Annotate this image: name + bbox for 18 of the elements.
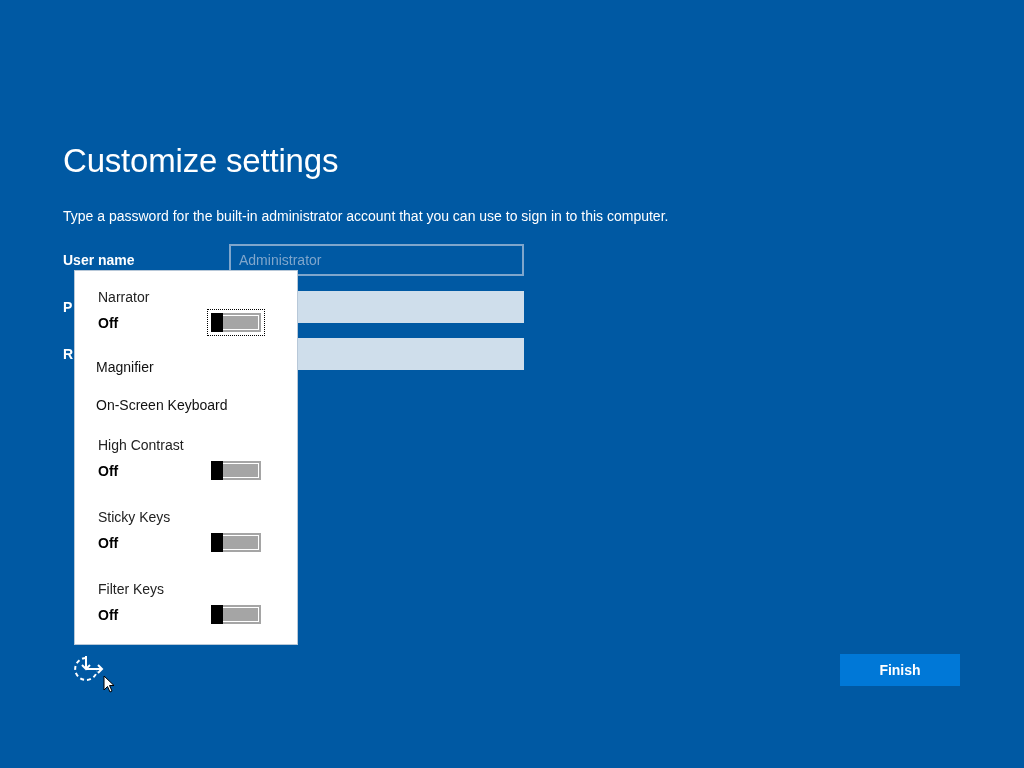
field-label: User name — [63, 252, 136, 268]
field-label: R — [63, 346, 75, 362]
toggle-state: Off — [98, 534, 119, 551]
page-title: Customize settings — [63, 141, 340, 181]
toggle-state: Off — [98, 606, 119, 623]
toggle-label: High Contrast — [98, 436, 185, 454]
finish-button[interactable]: Finish — [840, 654, 960, 686]
toggle-label: Sticky Keys — [98, 508, 172, 526]
toggle-label: Narrator — [98, 288, 151, 306]
menu-item[interactable]: On-Screen Keyboard — [75, 396, 228, 414]
field-label: P — [63, 299, 74, 315]
toggle-label: Filter Keys — [98, 580, 166, 598]
toggle-state: Off — [98, 462, 119, 479]
toggle-switch[interactable] — [207, 309, 265, 336]
toggle-state: Off — [98, 314, 119, 331]
instruction-text: Type a password for the built-in administrator account that you can use to sign in to this computer. — [63, 207, 670, 226]
menu-item[interactable]: Magnifier — [75, 358, 154, 376]
mouse-cursor-icon — [103, 675, 115, 693]
